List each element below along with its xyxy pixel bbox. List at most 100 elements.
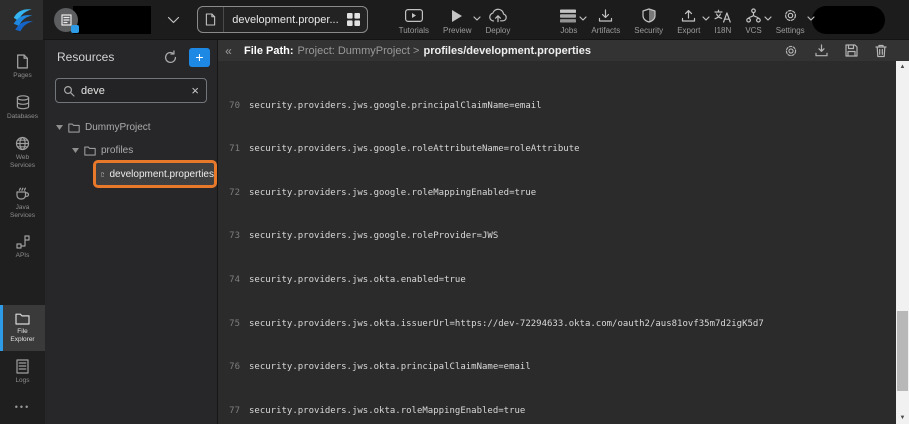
panel-title: Resources: [57, 50, 161, 64]
download-icon[interactable]: [815, 44, 828, 57]
apis-icon: [16, 235, 30, 249]
scroll-down-icon[interactable]: ▼: [896, 415, 909, 421]
line-text: security.providers.jws.okta.enabled=true: [249, 275, 466, 286]
tool-label: Security: [634, 26, 663, 35]
tool-label: Settings: [776, 26, 805, 35]
sidebar-item-label: File Explorer: [6, 328, 40, 344]
resources-panel: Resources + × DummyProject profiles deve…: [45, 40, 218, 424]
line-text: security.providers.jws.google.principalC…: [249, 101, 542, 112]
line-text: security.providers.jws.google.roleMappin…: [249, 188, 536, 199]
add-resource-button[interactable]: +: [189, 48, 210, 67]
sidebar-item-file-explorer[interactable]: File Explorer: [0, 305, 45, 351]
scroll-up-icon[interactable]: ▲: [896, 64, 909, 70]
more-icon[interactable]: •••: [0, 392, 45, 424]
artifacts-button[interactable]: Artifacts: [584, 7, 627, 35]
databases-icon: [16, 95, 30, 110]
code-line[interactable]: 76 security.providers.jws.okta.principal…: [222, 362, 895, 373]
web-services-icon: [15, 136, 30, 151]
tool-label: Deploy: [485, 26, 510, 35]
line-number: 74: [222, 275, 240, 286]
settings-icon: [783, 7, 798, 24]
deploy-button[interactable]: Deploy: [478, 7, 517, 35]
sidebar-item-logs[interactable]: Logs: [0, 351, 45, 392]
line-number: 70: [222, 101, 240, 112]
tree-item-label: development.properties: [109, 169, 214, 180]
sidebar-item-label: Logs: [6, 377, 40, 385]
sidebar-item-databases[interactable]: Databases: [0, 87, 45, 128]
clear-search-icon[interactable]: ×: [191, 84, 199, 97]
code-line[interactable]: 75 security.providers.jws.okta.issuerUrl…: [222, 319, 895, 330]
security-icon: [642, 7, 656, 24]
sidebar-item-apis[interactable]: APIs: [0, 227, 45, 267]
line-number: 75: [222, 319, 240, 330]
delete-icon[interactable]: [875, 44, 887, 58]
code-line[interactable]: 73 security.providers.jws.google.rolePro…: [222, 231, 895, 242]
collapse-panel-icon[interactable]: «: [221, 45, 236, 57]
search-input[interactable]: [81, 85, 185, 97]
topbar: development.proper... Tutorials Preview …: [0, 0, 909, 40]
settings-button[interactable]: Settings: [769, 7, 812, 35]
file-path-bar: « File Path: Project: DummyProject > pro…: [218, 40, 909, 61]
tutorials-button[interactable]: Tutorials: [392, 7, 436, 35]
file-path-prefix: File Path:: [244, 45, 294, 57]
tool-label: Jobs: [560, 26, 577, 35]
chevron-down-icon[interactable]: [167, 16, 180, 24]
folder-icon: [84, 146, 96, 156]
export-icon: [681, 7, 696, 24]
tree-item-project[interactable]: DummyProject: [45, 116, 217, 139]
left-sidebar: Pages Databases Web Services Java Servic…: [0, 40, 45, 424]
file-path-project: Project: DummyProject >: [298, 45, 420, 57]
code-line[interactable]: 77 security.providers.jws.okta.roleMappi…: [222, 406, 895, 417]
code-line[interactable]: 71 security.providers.jws.google.roleAtt…: [222, 144, 895, 155]
security-button[interactable]: Security: [627, 7, 670, 35]
file-icon: [101, 169, 104, 180]
search-icon: [63, 85, 75, 97]
line-number: 73: [222, 231, 240, 242]
line-text: security.providers.jws.okta.roleMappingE…: [249, 406, 525, 417]
refresh-icon[interactable]: [161, 48, 180, 67]
line-text: security.providers.jws.okta.issuerUrl=ht…: [249, 319, 764, 330]
code-view[interactable]: 70 security.providers.jws.google.princip…: [222, 57, 895, 424]
tree-item-label: DummyProject: [85, 122, 151, 133]
resources-search[interactable]: ×: [55, 78, 207, 103]
caret-icon: [72, 148, 79, 153]
code-line[interactable]: 72 security.providers.jws.google.roleMap…: [222, 188, 895, 199]
i18n-button[interactable]: I18N: [707, 7, 738, 35]
jobs-button[interactable]: Jobs: [553, 7, 584, 35]
chevron-down-icon[interactable]: [807, 16, 815, 21]
gear-icon[interactable]: [784, 44, 798, 58]
vcs-button[interactable]: VCS: [738, 7, 768, 35]
workspace-name-redacted[interactable]: [73, 6, 151, 34]
preview-button[interactable]: Preview: [436, 7, 478, 35]
grid-icon[interactable]: [347, 13, 367, 26]
toolbar-actions: Tutorials Preview Deploy Jobs: [392, 7, 812, 35]
code-line[interactable]: 70 security.providers.jws.google.princip…: [222, 101, 895, 112]
tool-label: Tutorials: [399, 26, 429, 35]
code-line[interactable]: 74 security.providers.jws.okta.enabled=t…: [222, 275, 895, 286]
export-button[interactable]: Export: [670, 7, 707, 35]
line-number: 76: [222, 362, 240, 373]
app-logo[interactable]: [0, 0, 43, 40]
tree-item-file-selected[interactable]: development.properties: [96, 163, 214, 185]
sidebar-item-label: Web Services: [6, 154, 40, 170]
line-number: 72: [222, 188, 240, 199]
line-number: 77: [222, 406, 240, 417]
tree-item-folder[interactable]: profiles: [45, 139, 217, 162]
open-file-tab[interactable]: development.proper...: [197, 6, 367, 33]
save-icon[interactable]: [845, 44, 858, 57]
artifacts-icon: [598, 7, 613, 24]
sidebar-item-java-services[interactable]: Java Services: [0, 178, 45, 227]
sidebar-item-web-services[interactable]: Web Services: [0, 128, 45, 177]
resources-tree: DummyProject profiles development.proper…: [45, 116, 217, 185]
sidebar-item-label: Java Services: [6, 204, 40, 220]
tool-label: Preview: [443, 26, 471, 35]
vertical-scrollbar[interactable]: ▲ ▼: [896, 61, 909, 424]
sidebar-item-pages[interactable]: Pages: [0, 46, 45, 87]
user-info-redacted[interactable]: [812, 6, 885, 34]
logo-icon: [7, 5, 37, 35]
caret-icon: [56, 125, 63, 130]
tool-label: Artifacts: [591, 26, 620, 35]
line-number: 71: [222, 144, 240, 155]
scrollbar-thumb[interactable]: [897, 311, 908, 391]
workspace-icon[interactable]: [54, 8, 78, 32]
